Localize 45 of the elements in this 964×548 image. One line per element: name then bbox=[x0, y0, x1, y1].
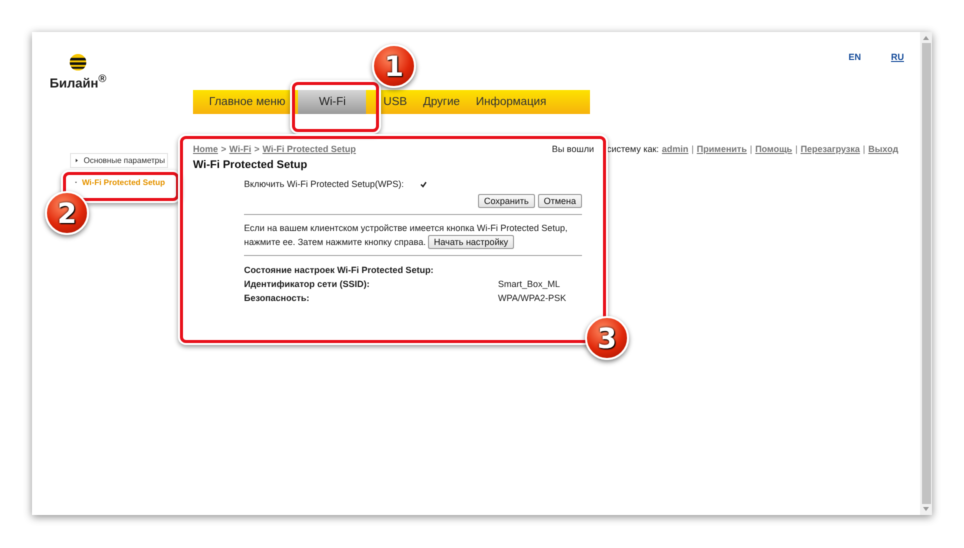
status-value: WPA/WPA2-PSK bbox=[498, 293, 566, 303]
start-setup-button[interactable]: Начать настройку bbox=[428, 235, 514, 249]
language-link[interactable]: EN bbox=[848, 52, 861, 62]
link-separator: | bbox=[795, 144, 798, 154]
section-title: Wi-Fi Protected Setup bbox=[193, 159, 308, 171]
menu-tab[interactable]: USB bbox=[375, 90, 416, 114]
status-label: Идентификатор сети (SSID): bbox=[244, 279, 371, 289]
header-link[interactable]: Применить bbox=[696, 144, 747, 154]
header-link[interactable]: Перезагрузка bbox=[800, 144, 860, 154]
caret-right-icon bbox=[75, 158, 79, 163]
status-label: Состояние настроек Wi-Fi Protected Setup: bbox=[244, 265, 435, 275]
scroll-down-icon bbox=[923, 507, 929, 511]
login-text: Вы вошли bbox=[552, 144, 594, 154]
wps-label: Включить Wi-Fi Protected Setup(WPS): bbox=[244, 179, 405, 189]
form-button[interactable]: Сохранить bbox=[478, 194, 535, 208]
logo-text: Билайн$^{®}$ bbox=[50, 72, 106, 90]
breadcrumb-link[interactable]: Home bbox=[193, 144, 218, 154]
header-link[interactable]: admin bbox=[662, 144, 688, 154]
header-link[interactable]: Выход bbox=[868, 144, 898, 154]
step-number: 2 bbox=[45, 191, 89, 235]
breadcrumb-link[interactable]: Wi-Fi Protected Setup bbox=[262, 144, 356, 154]
language-link[interactable]: RU bbox=[891, 52, 904, 62]
status-label: Безопасность: bbox=[244, 293, 310, 303]
scroll-up-icon bbox=[923, 36, 929, 40]
instruction-text: Если на вашем клиентском устройстве имеется кнопка Wi-Fi Protected Setup, bbox=[244, 223, 568, 233]
breadcrumb-link[interactable]: Wi-Fi bbox=[229, 144, 252, 154]
scrollbar[interactable] bbox=[920, 32, 932, 515]
step-number: 1 bbox=[372, 44, 416, 88]
menu-tab[interactable]: Другие bbox=[415, 90, 468, 114]
status-value: Smart_Box_ML bbox=[498, 279, 560, 289]
menu-tab[interactable]: Информация bbox=[468, 90, 554, 114]
login-text: систему как: bbox=[607, 144, 659, 154]
link-separator: | bbox=[691, 144, 694, 154]
menu-tab[interactable]: Wi-Fi bbox=[298, 90, 366, 114]
header-link[interactable]: Помощь bbox=[755, 144, 792, 154]
step-number: 3 bbox=[585, 316, 629, 360]
link-separator: | bbox=[750, 144, 752, 154]
breadcrumb-separator: > bbox=[254, 144, 260, 154]
breadcrumb-separator: > bbox=[221, 144, 226, 154]
sidebar-item[interactable]: Основные параметры bbox=[70, 153, 168, 168]
instruction-text: нажмите ее. Затем нажмите кнопку справа. bbox=[244, 237, 426, 247]
menu-tab[interactable]: Главное меню bbox=[201, 90, 294, 114]
form-button[interactable]: Отмена bbox=[538, 194, 582, 208]
wps-checkbox[interactable] bbox=[420, 180, 427, 188]
link-separator: | bbox=[862, 144, 866, 154]
